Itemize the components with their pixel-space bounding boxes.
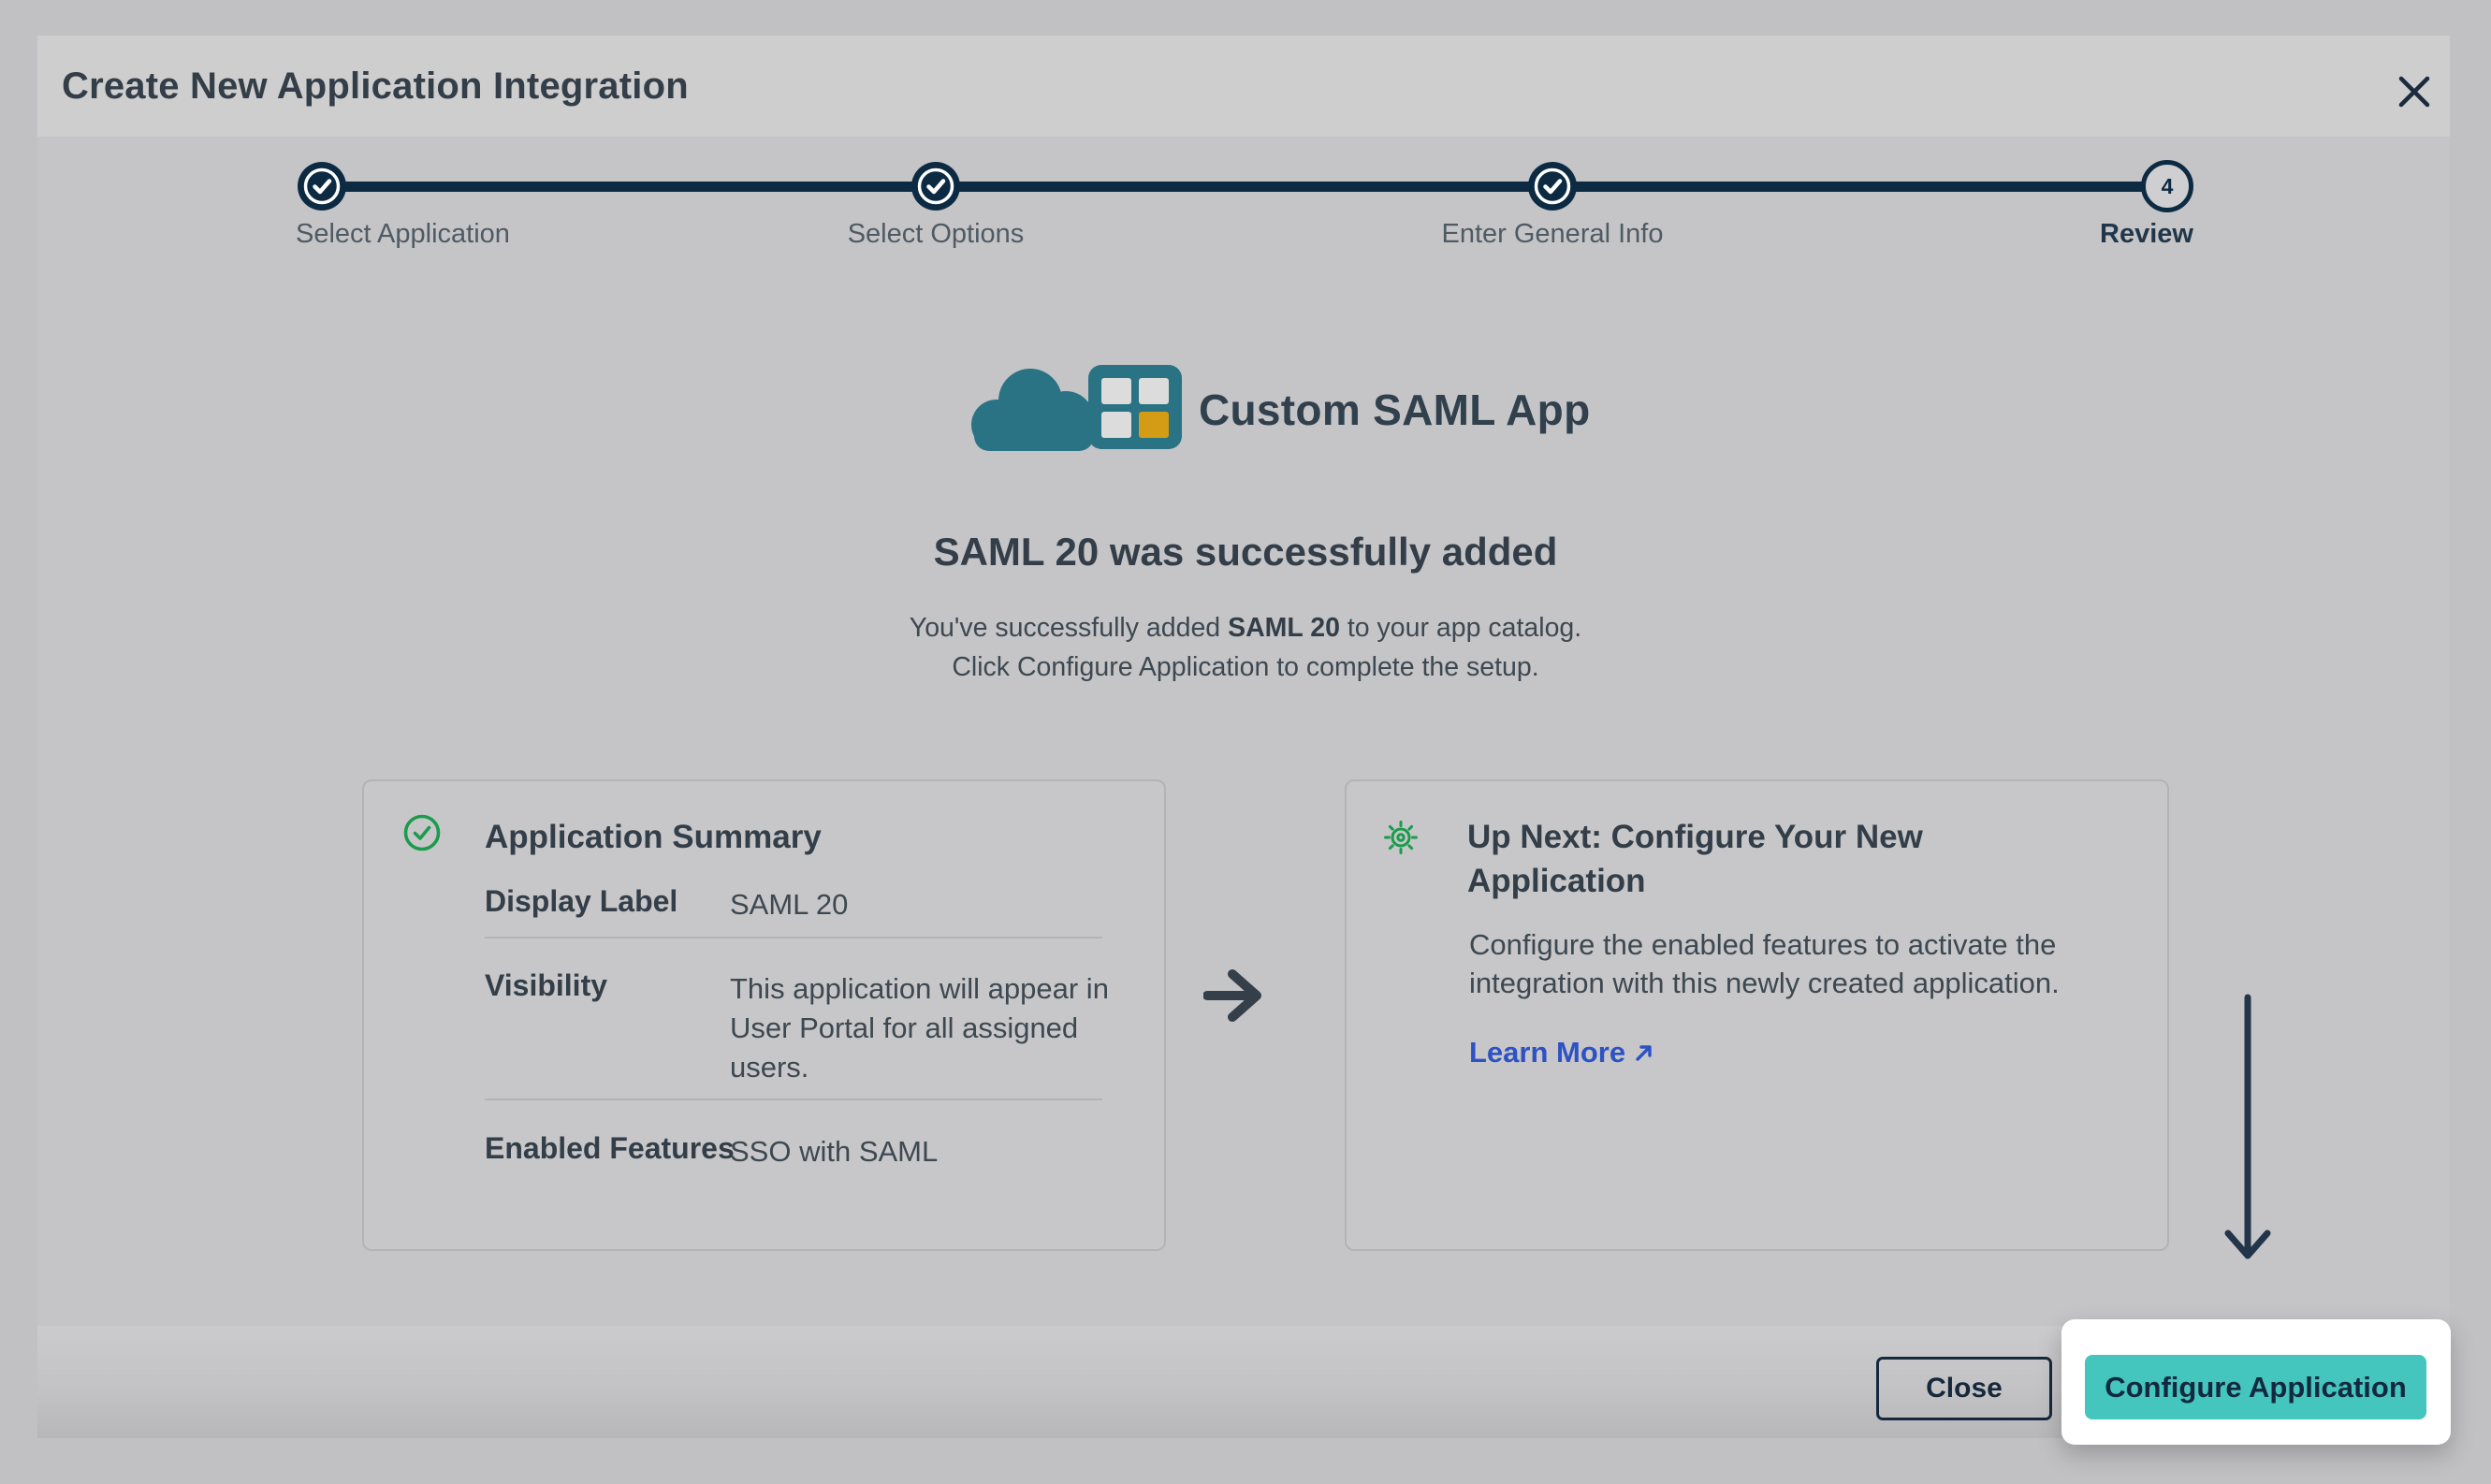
step-label-enter-general-info: Enter General Info [1365, 219, 1740, 250]
step-label-select-options: Select Options [749, 219, 1123, 250]
summary-row-label: Visibility [485, 968, 607, 1003]
success-line1-suffix: to your app catalog. [1340, 613, 1581, 643]
application-summary-card: Application Summary Display Label SAML 2… [362, 779, 1166, 1251]
summary-row-value: This application will appear in User Por… [730, 969, 1132, 1087]
down-arrow-icon [2222, 994, 2274, 1272]
success-line2: Click Configure Application to complete … [952, 652, 1538, 682]
learn-more-link[interactable]: Learn More [1469, 1036, 1655, 1069]
app-logo-text: Custom SAML App [1199, 385, 1590, 435]
close-icon[interactable] [2388, 65, 2440, 118]
summary-row-value: SSO with SAML [730, 1132, 1132, 1171]
success-subtext: You've successfully added SAML 20 to you… [0, 608, 2491, 687]
external-link-arrow-icon [1633, 1041, 1655, 1064]
configure-button-spotlight: Configure Application [2061, 1319, 2451, 1445]
row-divider [485, 937, 1102, 938]
step-4-marker-current: 4 [2141, 160, 2193, 212]
step-2-marker-complete [910, 160, 962, 212]
summary-row-label: Display Label [485, 884, 677, 919]
gear-icon [1382, 819, 1420, 861]
step-4-number: 4 [2141, 160, 2193, 212]
summary-row-label: Enabled Features [485, 1131, 735, 1166]
next-card-body: Configure the enabled features to activa… [1469, 925, 2087, 1002]
right-arrow-icon [1203, 969, 1263, 1026]
success-check-icon [402, 813, 442, 857]
modal-header: Create New Application Integration [37, 36, 2450, 137]
summary-row-value: SAML 20 [730, 885, 1132, 924]
modal-title: Create New Application Integration [62, 65, 689, 108]
app-logo: Custom SAML App [969, 363, 1590, 457]
step-label-review: Review [1819, 219, 2193, 250]
stepper-track [322, 182, 2167, 192]
success-line1-appname: SAML 20 [1228, 613, 1340, 643]
success-heading: SAML 20 was successfully added [0, 530, 2491, 575]
step-label-select-application: Select Application [296, 219, 510, 250]
up-next-card: Up Next: Configure Your New Application … [1345, 779, 2169, 1251]
step-1-marker-complete [296, 160, 348, 212]
configure-application-button[interactable]: Configure Application [2085, 1355, 2426, 1419]
check-circle-icon [910, 160, 962, 212]
check-circle-icon [1526, 160, 1579, 212]
check-circle-icon [296, 160, 348, 212]
row-divider [485, 1098, 1102, 1100]
summary-card-title: Application Summary [485, 815, 822, 859]
close-button[interactable]: Close [1876, 1357, 2052, 1420]
next-card-title: Up Next: Configure Your New Application [1467, 815, 2010, 903]
custom-saml-app-logo-icon [969, 363, 1184, 457]
step-3-marker-complete [1526, 160, 1579, 212]
create-application-modal: Create New Application Integration 4 Sel… [0, 0, 2491, 1484]
learn-more-label: Learn More [1469, 1036, 1625, 1069]
success-line1-prefix: You've successfully added [910, 613, 1228, 643]
